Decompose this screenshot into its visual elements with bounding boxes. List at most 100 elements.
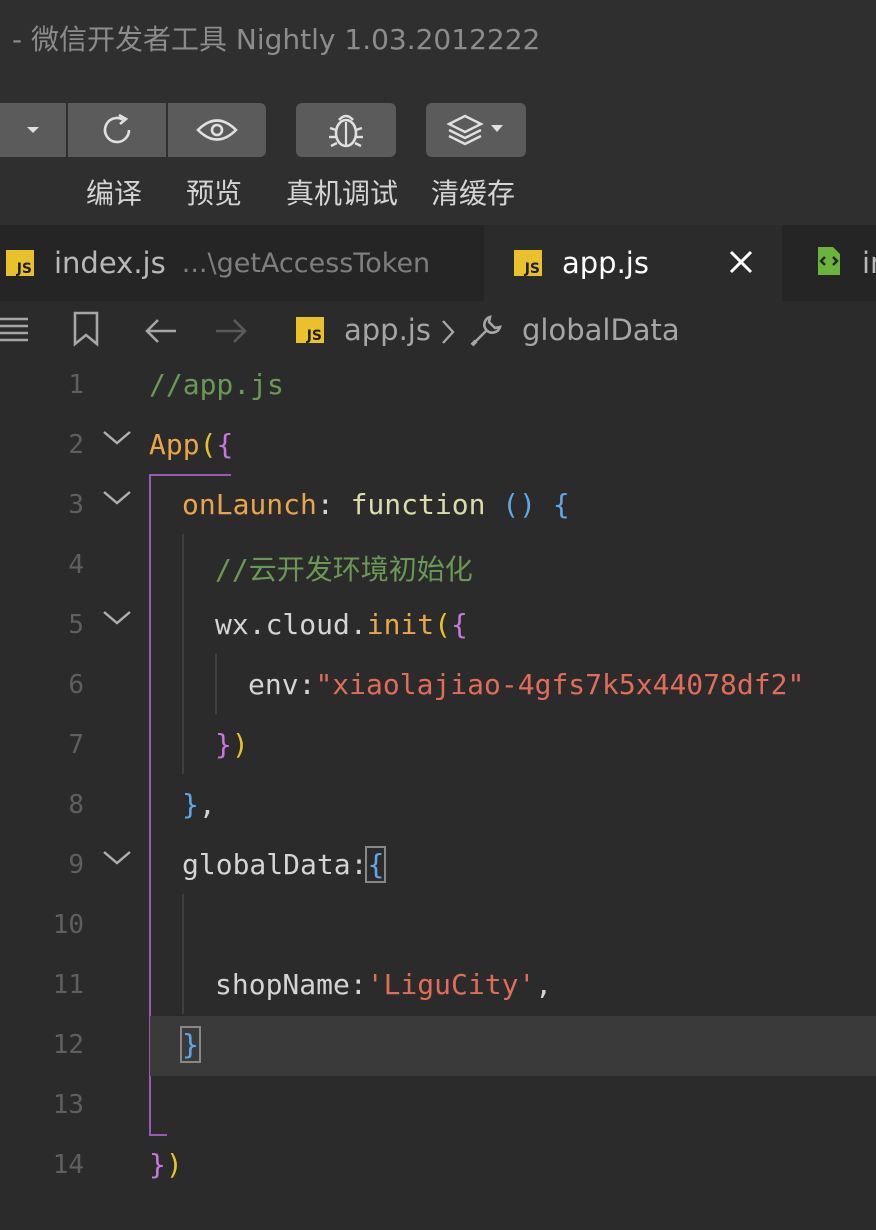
brace: }	[215, 728, 232, 761]
paren: )	[165, 1148, 183, 1181]
preview-button[interactable]	[168, 103, 266, 157]
tab-name: app.js	[562, 246, 649, 280]
keyword: function	[350, 488, 486, 521]
code-line: 6 env:"xiaolajiao-4gfs7k5x44078df2"	[0, 656, 876, 716]
eye-icon	[195, 115, 239, 145]
line-number: 3	[68, 490, 84, 520]
line-number: 9	[68, 850, 84, 880]
code-line: 2 App({	[0, 416, 876, 476]
breadcrumb: JS app.js globalData	[0, 301, 876, 361]
brace: {	[552, 488, 570, 521]
tab-name: in	[862, 246, 876, 280]
js-file-icon: JS	[296, 317, 324, 343]
code-line: 12 }	[0, 1016, 876, 1076]
code-line: 11 shopName:'LiguCity',	[0, 956, 876, 1016]
code-line: 4 //云开发环境初始化	[0, 536, 876, 596]
clear-cache-button[interactable]	[426, 103, 526, 157]
identifier: App	[149, 428, 200, 461]
colon: :	[316, 488, 351, 521]
bug-icon	[324, 110, 368, 150]
code-line: 1 //app.js	[0, 356, 876, 416]
code-line: 8 },	[0, 776, 876, 836]
paren: )	[231, 728, 249, 761]
line-number: 13	[52, 1090, 84, 1120]
brace: }	[182, 788, 199, 821]
mode-dropdown-button[interactable]	[0, 103, 66, 157]
fold-chevron-icon[interactable]	[102, 848, 132, 872]
remote-debug-label: 真机调试	[286, 177, 399, 210]
property: globalData:	[182, 848, 368, 881]
tab-name: index.js	[54, 246, 166, 280]
line-number: 11	[52, 970, 84, 1000]
line-number: 7	[68, 730, 84, 760]
comma: ,	[535, 968, 553, 1001]
line-number: 2	[68, 430, 84, 460]
window-title: - 微信开发者工具 Nightly 1.03.2012222	[12, 23, 541, 56]
fold-chevron-icon[interactable]	[102, 608, 132, 632]
matched-brace: {	[365, 846, 387, 883]
paren: (	[434, 608, 452, 641]
paren: (	[199, 428, 217, 461]
tab-app-js[interactable]: JS app.js	[484, 225, 782, 301]
tab-path: ...\getAccessToken	[181, 247, 431, 279]
code-line: 5 wx.cloud.init({	[0, 596, 876, 656]
preview-label: 预览	[186, 177, 243, 210]
property: onLaunch	[182, 488, 317, 521]
fold-chevron-icon[interactable]	[102, 488, 132, 512]
string: 'LiguCity'	[366, 968, 536, 1001]
wxml-file-icon	[816, 245, 842, 281]
code-line: 14 })	[0, 1136, 876, 1196]
line-number: 12	[52, 1030, 84, 1060]
breadcrumb-file[interactable]: app.js	[344, 313, 431, 347]
line-number: 4	[68, 550, 84, 580]
comment: //云开发环境初始化	[215, 553, 473, 586]
close-icon[interactable]	[728, 249, 754, 279]
editor-tab-bar: JS index.js ...\getAccessToken JS app.js…	[0, 225, 876, 301]
layers-icon	[445, 112, 507, 148]
code-line: 7 })	[0, 716, 876, 776]
code-line: 10	[0, 896, 876, 956]
code-line: 3 onLaunch: function () {	[0, 476, 876, 536]
title-bar: - 微信开发者工具 Nightly 1.03.2012222	[0, 0, 876, 72]
line-number: 14	[52, 1150, 84, 1180]
chevron-right-icon	[440, 319, 456, 349]
matched-brace: }	[180, 1026, 201, 1063]
parens: ()	[485, 488, 553, 521]
tab-index-js[interactable]: JS index.js ...\getAccessToken	[0, 225, 480, 301]
clear-cache-label: 清缓存	[431, 177, 516, 210]
property: env:	[248, 668, 316, 701]
remote-debug-button[interactable]	[296, 103, 396, 157]
comment: //app.js	[149, 368, 284, 401]
dropdown-arrow-icon	[26, 125, 40, 135]
compile-button[interactable]	[68, 103, 166, 157]
js-file-icon: JS	[6, 250, 34, 276]
line-number: 6	[68, 670, 84, 700]
refresh-icon	[97, 110, 137, 150]
compile-label: 编译	[86, 177, 143, 210]
code-line: 13	[0, 1076, 876, 1136]
brace: }	[149, 1148, 166, 1181]
comma: ,	[198, 788, 216, 821]
code-line: 9 globalData:{	[0, 836, 876, 896]
bookmark-icon[interactable]	[72, 311, 100, 351]
line-number: 10	[52, 910, 84, 940]
code-editor[interactable]: 1 //app.js 2 App({ 3 onLaunch: function …	[0, 356, 876, 1230]
line-number: 8	[68, 790, 84, 820]
tab-wxml[interactable]: in	[786, 225, 876, 301]
property: shopName:	[215, 968, 367, 1001]
brace: {	[216, 428, 234, 461]
function-call: init	[366, 608, 435, 641]
line-number: 1	[68, 370, 84, 400]
fold-chevron-icon[interactable]	[102, 428, 132, 452]
brace: {	[451, 608, 468, 641]
toolbar: 编译 预览 真机调试 清缓存	[0, 72, 876, 225]
js-file-icon: JS	[514, 250, 542, 276]
forward-arrow-icon[interactable]	[214, 317, 248, 349]
object: wx.cloud.	[215, 608, 367, 641]
back-arrow-icon[interactable]	[144, 317, 178, 349]
string: "xiaolajiao-4gfs7k5x44078df2"	[315, 668, 805, 701]
breadcrumb-symbol[interactable]: globalData	[522, 313, 680, 347]
line-number: 5	[68, 610, 84, 640]
wrench-icon	[468, 311, 506, 353]
menu-icon[interactable]	[0, 315, 30, 349]
